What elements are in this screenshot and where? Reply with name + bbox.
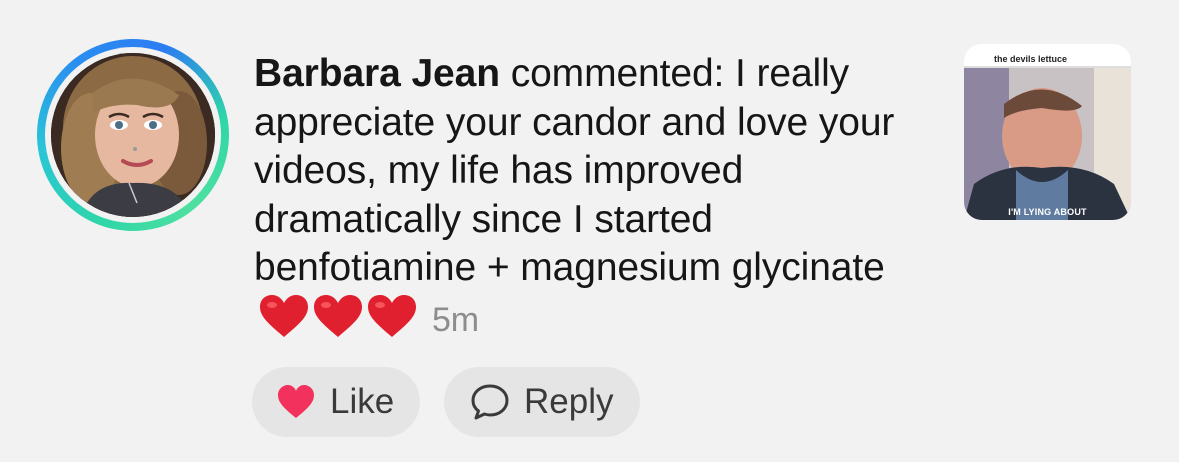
comment-author[interactable]: Barbara Jean: [254, 52, 500, 95]
like-label: Like: [330, 382, 395, 421]
video-caption: I'M LYING ABOUT: [1008, 207, 1087, 217]
reply-label: Reply: [524, 382, 614, 421]
avatar-photo: [51, 53, 215, 217]
video-frame: [964, 44, 1131, 220]
like-button[interactable]: Like: [252, 367, 420, 437]
reply-button[interactable]: Reply: [444, 367, 640, 437]
speech-bubble-icon: [470, 383, 510, 421]
avatar-story-ring[interactable]: [37, 39, 229, 231]
video-overlay-text: the devils lettuce: [994, 54, 1068, 64]
heart-icon: [276, 384, 316, 420]
comment-timestamp: 5m: [432, 300, 480, 339]
avatar[interactable]: [51, 53, 215, 217]
video-thumbnail[interactable]: the devils lettuce I'M LYING ABOUT: [964, 44, 1131, 220]
comment-body: Barbara Jean commented: I really appreci…: [254, 50, 944, 351]
red-heart-emoji-icon: [366, 293, 418, 352]
red-heart-emoji-icon: [312, 293, 364, 352]
red-heart-emoji-icon: [258, 293, 310, 352]
